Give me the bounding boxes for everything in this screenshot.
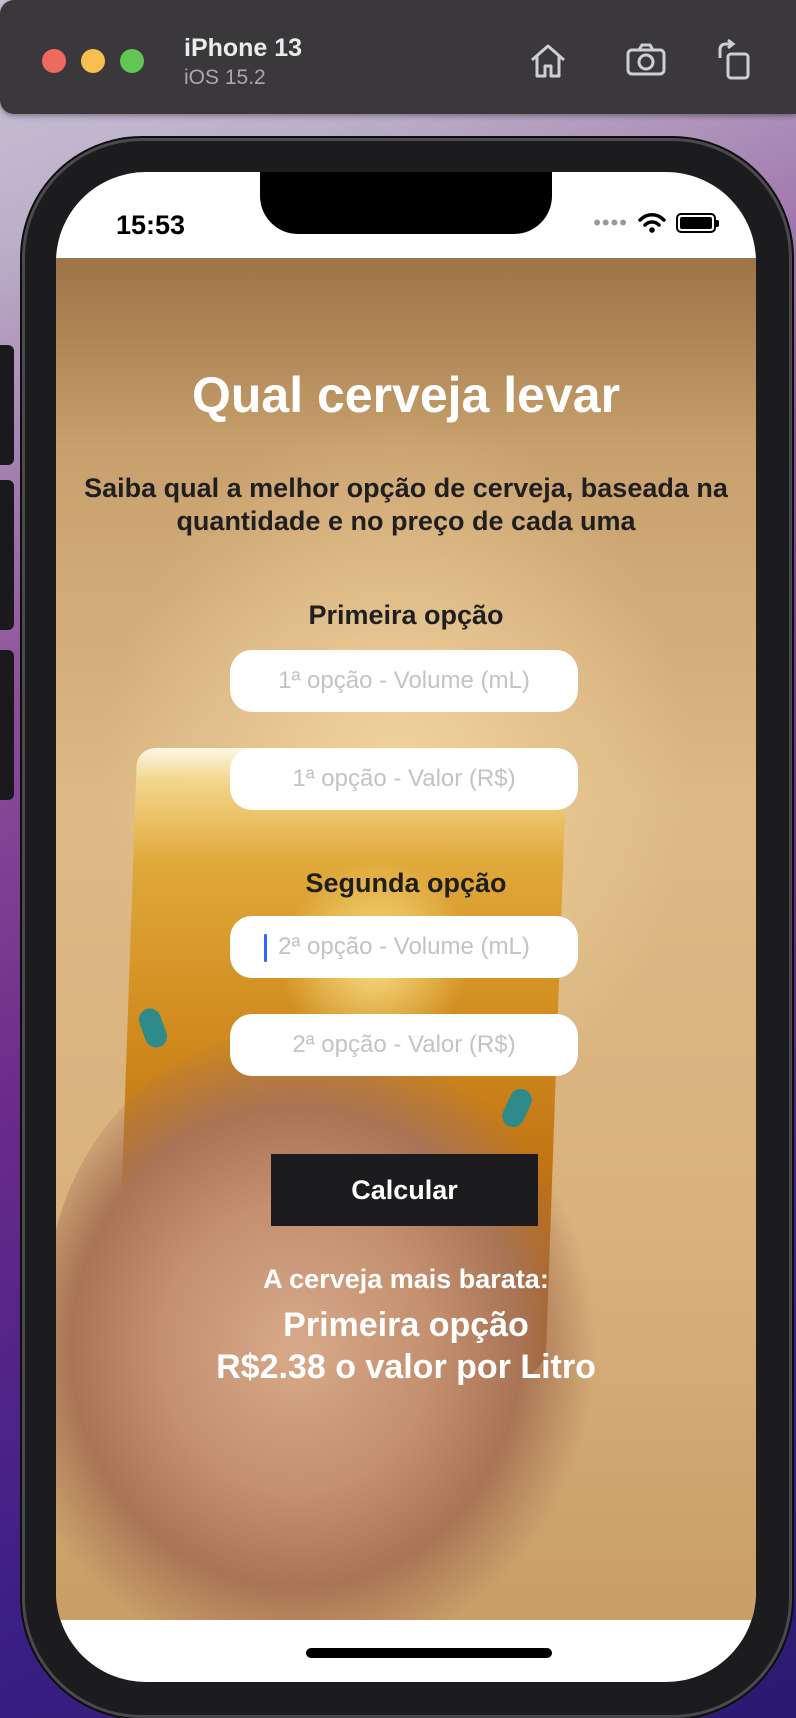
page-title: Qual cerveja levar — [191, 367, 621, 423]
text-cursor — [264, 934, 267, 962]
volume-up-button — [0, 480, 14, 630]
status-icons: •••• — [593, 210, 719, 235]
simulator-title-bar: iPhone 13 iOS 15.2 — [0, 0, 796, 114]
close-window-button[interactable] — [42, 49, 66, 73]
result-choice: Primeira opção — [283, 1306, 529, 1344]
volume-down-button — [0, 650, 14, 800]
calculate-button[interactable]: Calcular — [271, 1154, 538, 1226]
os-version: iOS 15.2 — [184, 66, 266, 89]
second-volume-input[interactable] — [230, 916, 578, 978]
page-subtitle: Saiba qual a melhor opção de cerveja, ba… — [84, 473, 728, 536]
second-option-label: Segunda opção — [305, 868, 507, 898]
status-time: 15:53 — [116, 210, 186, 240]
rotate-button[interactable] — [712, 36, 760, 84]
rotate-icon — [718, 38, 750, 80]
result-label: A cerveja mais barata: — [263, 1264, 549, 1294]
zoom-window-button[interactable] — [120, 49, 144, 73]
home-icon — [531, 44, 565, 78]
iphone-frame: 15:53 •••• Qual cerveja levar Saiba qual… — [22, 138, 792, 1718]
notch — [260, 172, 552, 234]
signal-icon: •••• — [593, 210, 628, 235]
battery-icon — [676, 213, 719, 233]
first-price-input[interactable] — [230, 748, 578, 810]
first-volume-input[interactable] — [230, 650, 578, 712]
first-option-label: Primeira opção — [308, 600, 504, 630]
camera-icon — [626, 43, 666, 76]
phone-screen: 15:53 •••• Qual cerveja levar Saiba qual… — [56, 172, 756, 1682]
silent-switch — [0, 345, 14, 465]
home-indicator[interactable] — [306, 1648, 552, 1658]
second-price-input[interactable] — [230, 1014, 578, 1076]
result-price-per-liter: R$2.38 o valor por Litro — [216, 1348, 596, 1386]
device-name: iPhone 13 — [184, 34, 303, 62]
app-content: Qual cerveja levar Saiba qual a melhor o… — [56, 258, 756, 1620]
wifi-icon — [638, 213, 666, 233]
home-button[interactable] — [524, 36, 572, 84]
screenshot-button[interactable] — [622, 36, 670, 84]
minimize-window-button[interactable] — [81, 49, 105, 73]
